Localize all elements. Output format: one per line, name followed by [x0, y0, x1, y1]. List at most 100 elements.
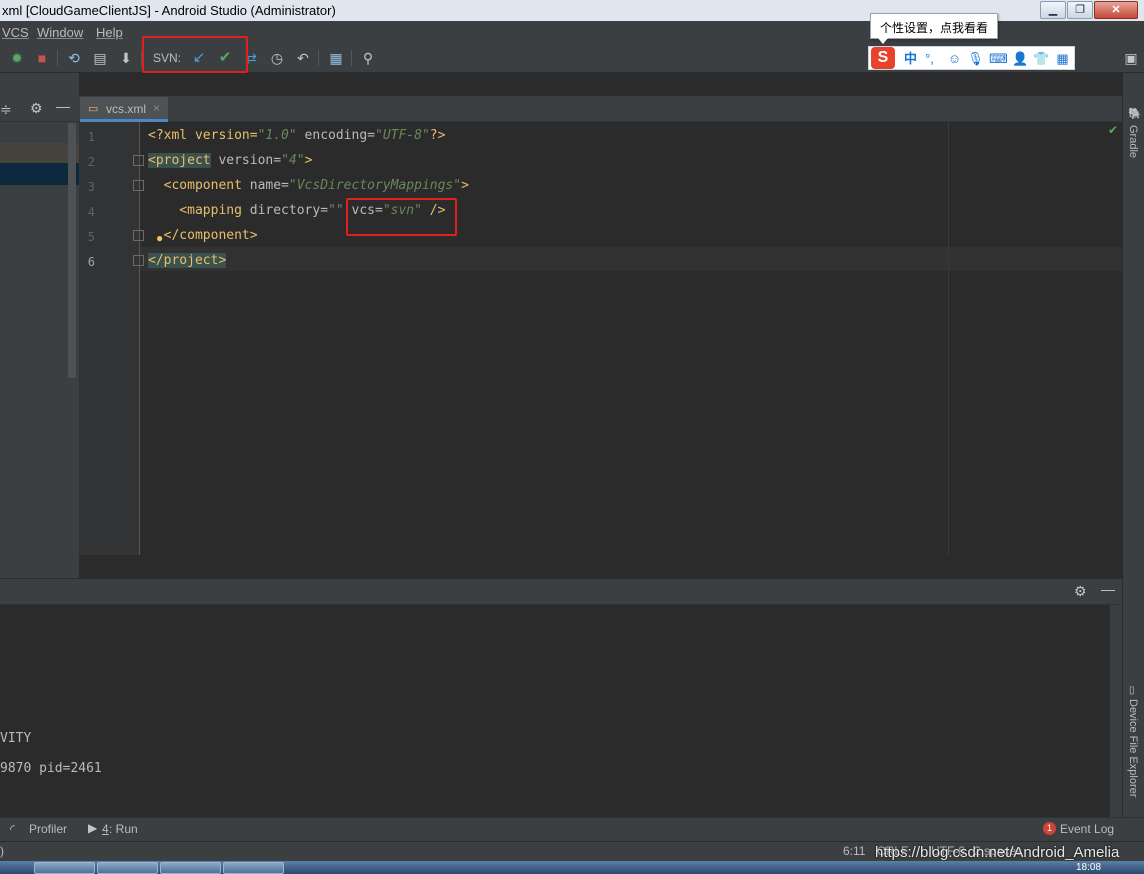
toolbar-separator [351, 50, 352, 66]
attach-icon[interactable]: ⟲ [65, 49, 83, 67]
project-structure-icon[interactable]: ▦ [327, 49, 345, 67]
line-number: 2 [87, 155, 95, 169]
event-log-button[interactable]: Event Log [1060, 822, 1114, 836]
gradle-tool-button[interactable]: Gradle [1127, 125, 1139, 158]
lightbulb-icon[interactable]: ● [156, 231, 163, 245]
run-icon: ▶ [88, 821, 98, 835]
sdk-icon[interactable]: ⬇ [117, 49, 135, 67]
svn-highlight-box [142, 36, 248, 73]
toolbar-separator [57, 50, 58, 66]
microphone-icon[interactable]: 🎙 [967, 50, 984, 67]
history-icon[interactable]: ◷ [268, 49, 286, 67]
code-token: "VcsDirectoryMappings" [288, 178, 462, 193]
code-token: "4" [281, 153, 305, 168]
profiler-icon: ◜ [10, 822, 15, 836]
hide-icon[interactable]: — [1101, 581, 1115, 597]
code-token: name= [241, 178, 289, 193]
run-shortcut[interactable]: 4 [102, 822, 109, 836]
taskbar-clock[interactable]: 18:08 [1076, 861, 1101, 874]
inspection-ok-icon[interactable]: ✔ [1108, 123, 1118, 137]
line-number: 6 [87, 255, 95, 269]
line-number: 3 [87, 180, 95, 194]
editor-tab-bar [79, 96, 1122, 122]
taskbar-app-button[interactable] [160, 862, 221, 874]
line-number: 4 [87, 205, 95, 219]
code-token: > [304, 153, 313, 168]
menu-vcs[interactable]: VCS [2, 25, 29, 40]
ime-tooltip: 个性设置，点我看看 [870, 13, 998, 39]
code-token: <mapping [148, 203, 242, 218]
device-file-explorer-button[interactable]: Device File Explorer [1127, 699, 1139, 797]
gear-icon[interactable]: ⚙ [30, 100, 43, 117]
code-token: </component> [148, 228, 258, 243]
user-icon[interactable]: ▣ [1122, 49, 1140, 67]
caret-line-highlight [140, 247, 1122, 271]
gear-icon[interactable]: ⚙ [1074, 583, 1087, 600]
collapse-all-icon[interactable]: ≑ [0, 101, 12, 118]
fold-marker[interactable] [133, 180, 144, 191]
code-line-2: <project version="4"> [148, 153, 312, 168]
device-icon: ▯ [1129, 685, 1135, 696]
status-bar: ) 6:11 CRLF UTF-8 2 spaces https://blog.… [0, 841, 1144, 861]
code-line-1: <?xml version="1.0" encoding="UTF-8"?> [148, 128, 445, 143]
caret-position[interactable]: 6:11 [843, 844, 865, 858]
ime-punct-toggle[interactable]: °, [921, 50, 938, 67]
toolbox-grid-icon[interactable]: ▦ [1054, 50, 1071, 67]
tooltip-arrow [878, 38, 888, 44]
profiler-tool-button[interactable]: Profiler [29, 822, 67, 836]
menu-window[interactable]: Window [37, 25, 83, 40]
revert-icon[interactable]: ↶ [294, 49, 312, 67]
code-token: version= [210, 153, 282, 168]
tab-label: vcs.xml [106, 102, 146, 116]
taskbar-app-button[interactable] [223, 862, 284, 874]
toolbar-separator [318, 50, 319, 66]
user-icon[interactable]: 👤 [1012, 50, 1029, 67]
log-line: VITY [0, 731, 32, 746]
run-tool-button[interactable]: : Run [109, 822, 138, 836]
tab-vcs-xml[interactable]: ▭ vcs.xml × [80, 97, 168, 122]
sogou-logo-icon[interactable]: S [871, 47, 895, 69]
stop-icon[interactable]: ■ [33, 49, 51, 67]
vcs-svn-highlight-box [346, 198, 457, 236]
minimize-button[interactable]: ▁ [1040, 1, 1066, 19]
windows-taskbar: 18:08 [0, 861, 1144, 874]
fold-marker[interactable] [133, 155, 144, 166]
menu-help[interactable]: Help [96, 25, 123, 40]
gradle-icon: 🐘 [1128, 108, 1142, 120]
hide-icon[interactable]: — [56, 98, 70, 114]
event-count-badge: 1 [1043, 822, 1056, 835]
restore-button[interactable]: ❐ [1067, 1, 1093, 19]
search-icon[interactable]: ⚲ [359, 49, 377, 67]
apk-icon[interactable]: ▤ [91, 49, 109, 67]
fold-marker[interactable] [133, 255, 144, 266]
tab-close-icon[interactable]: × [153, 101, 160, 115]
keyboard-icon[interactable]: ⌨ [989, 50, 1008, 67]
code-line-6: </project> [148, 253, 227, 268]
code-token: "" [328, 203, 344, 218]
fold-marker[interactable] [133, 230, 144, 241]
emoji-icon[interactable]: ☺ [946, 50, 963, 67]
status-message: ) [0, 844, 4, 858]
line-number: 1 [87, 130, 95, 144]
project-header: ≑ ⚙ — [0, 96, 79, 122]
log-line: 9870 pid=2461 [0, 761, 102, 776]
run-output-panel [0, 579, 1122, 817]
code-token: "1.0" [257, 128, 297, 143]
taskbar-app-button[interactable] [34, 862, 95, 874]
project-panel [0, 73, 79, 578]
ime-bar: S 中 °, ☺ 🎙 ⌨ 👤 👕 ▦ [868, 46, 1075, 70]
code-token: ?> [429, 128, 446, 143]
code-token: <project [148, 153, 211, 168]
close-button[interactable]: ✕ [1094, 1, 1138, 19]
project-scrollbar[interactable] [68, 123, 76, 378]
run-panel-scrollbar[interactable] [1110, 605, 1122, 817]
debug-icon[interactable]: ✹ [8, 49, 26, 67]
ime-mode-toggle[interactable]: 中 [902, 50, 919, 67]
taskbar-app-button[interactable] [97, 862, 158, 874]
code-token: "UTF-8" [375, 128, 430, 143]
skin-shirt-icon[interactable]: 👕 [1033, 50, 1050, 67]
tool-window-bar: ◜ Profiler ▶ 4 : Run 1 Event Log [0, 817, 1144, 841]
right-margin-guide [948, 122, 949, 555]
code-line-5: </component> [148, 228, 258, 243]
code-token: encoding= [296, 128, 375, 143]
